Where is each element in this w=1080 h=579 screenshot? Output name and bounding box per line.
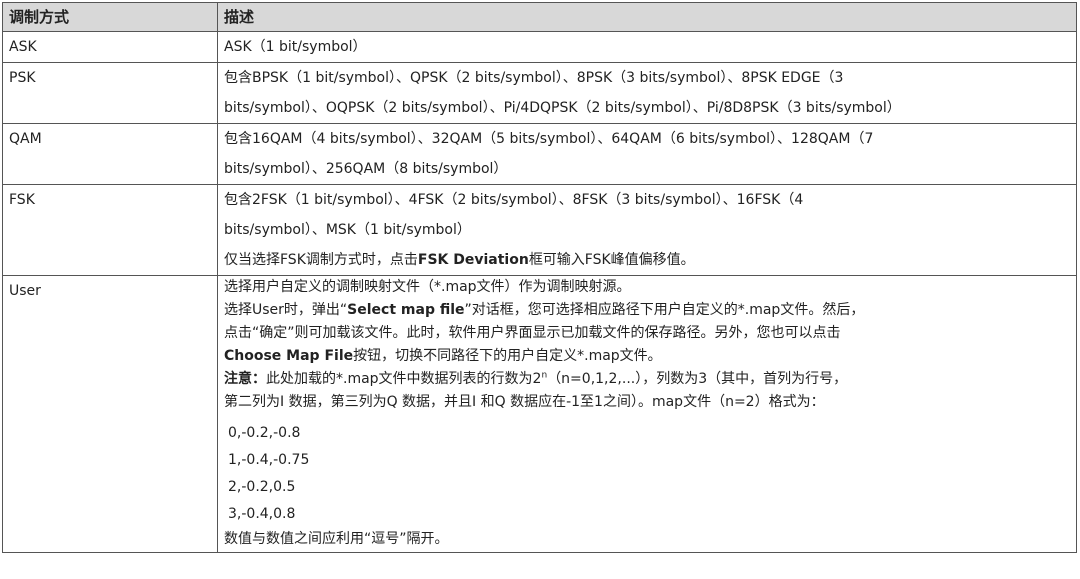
description-line: 选择User时，弹出“Select map file”对话框，您可选择相应路径下… [224,299,1070,322]
row-name: FSK [3,185,218,276]
table-header-row: 调制方式 描述 [3,3,1077,32]
table-row-ask: ASK ASK（1 bit/symbol） [3,32,1077,63]
text: ”对话框，您可选择相应路径下用户自定义的*.map文件。然后， [465,302,865,318]
map-data-line: 1,-0.4,-0.75 [224,445,1070,472]
description-line: 包含BPSK（1 bit/symbol）、QPSK（2 bits/symbol）… [224,63,1070,93]
table-row-qam: QAM 包含16QAM（4 bits/symbol）、32QAM（5 bits/… [3,124,1077,185]
note-text: 仅当选择FSK调制方式时，点击 [224,252,418,268]
description-line: ASK（1 bit/symbol） [224,32,1070,62]
row-description: 包含16QAM（4 bits/symbol）、32QAM（5 bits/symb… [218,124,1077,185]
map-data-line: 0,-0.2,-0.8 [224,414,1070,445]
row-description: ASK（1 bit/symbol） [218,32,1077,63]
description-line: bits/symbol）、256QAM（8 bits/symbol） [224,154,1070,184]
header-description: 描述 [218,3,1077,32]
description-line: bits/symbol）、OQPSK（2 bits/symbol）、Pi/4DQ… [224,93,1070,123]
fsk-deviation-note: 仅当选择FSK调制方式时，点击FSK Deviation框可输入FSK峰值偏移值… [224,245,1070,275]
row-description: 选择用户自定义的调制映射文件（*.map文件）作为调制映射源。 选择User时，… [218,276,1077,553]
map-data-line: 2,-0.2,0.5 [224,472,1070,499]
note-label: 注意： [224,371,266,387]
note-line: 注意：此处加载的*.map文件中数据列表的行数为2n（n=0,1,2,...），… [224,368,1070,391]
text: 此处加载的*.map文件中数据列表的行数为2 [266,371,541,387]
description-line: Choose Map File按钮，切换不同路径下的用户自定义*.map文件。 [224,345,1070,368]
row-description: 包含2FSK（1 bit/symbol）、4FSK（2 bits/symbol）… [218,185,1077,276]
text: 按钮，切换不同路径下的用户自定义*.map文件。 [353,348,662,364]
description-line: 选择用户自定义的调制映射文件（*.map文件）作为调制映射源。 [224,276,1070,299]
table-row-psk: PSK 包含BPSK（1 bit/symbol）、QPSK（2 bits/sym… [3,63,1077,124]
map-data-line: 3,-0.4,0.8 [224,499,1070,526]
table-row-user: User 选择用户自定义的调制映射文件（*.map文件）作为调制映射源。 选择U… [3,276,1077,553]
row-name: PSK [3,63,218,124]
description-line: 第二列为I 数据，第三列为Q 数据，并且I 和Q 数据应在-1至1之间）。map… [224,391,1070,414]
description-line: 包含2FSK（1 bit/symbol）、4FSK（2 bits/symbol）… [224,185,1070,215]
table-row-fsk: FSK 包含2FSK（1 bit/symbol）、4FSK（2 bits/sym… [3,185,1077,276]
text: （n=0,1,2,...），列数为3（其中，首列为行号， [547,371,847,387]
note-text: 框可输入FSK峰值偏移值。 [529,252,695,268]
fsk-deviation-label: FSK Deviation [418,252,529,268]
row-name: QAM [3,124,218,185]
row-name: ASK [3,32,218,63]
row-name: User [3,276,218,553]
description-line: bits/symbol）、MSK（1 bit/symbol） [224,215,1070,245]
description-line: 包含16QAM（4 bits/symbol）、32QAM（5 bits/symb… [224,124,1070,154]
choose-map-file-label: Choose Map File [224,348,353,364]
description-line: 数值与数值之间应利用“逗号”隔开。 [224,526,1070,552]
text: 选择User时，弹出“ [224,302,347,318]
description-line: 点击“确定”则可加载该文件。此时，软件用户界面显示已加载文件的保存路径。另外，您… [224,322,1070,345]
header-modulation: 调制方式 [3,3,218,32]
modulation-table: 调制方式 描述 ASK ASK（1 bit/symbol） PSK 包含BPSK… [2,2,1077,553]
select-map-file-label: Select map file [347,302,464,318]
row-description: 包含BPSK（1 bit/symbol）、QPSK（2 bits/symbol）… [218,63,1077,124]
